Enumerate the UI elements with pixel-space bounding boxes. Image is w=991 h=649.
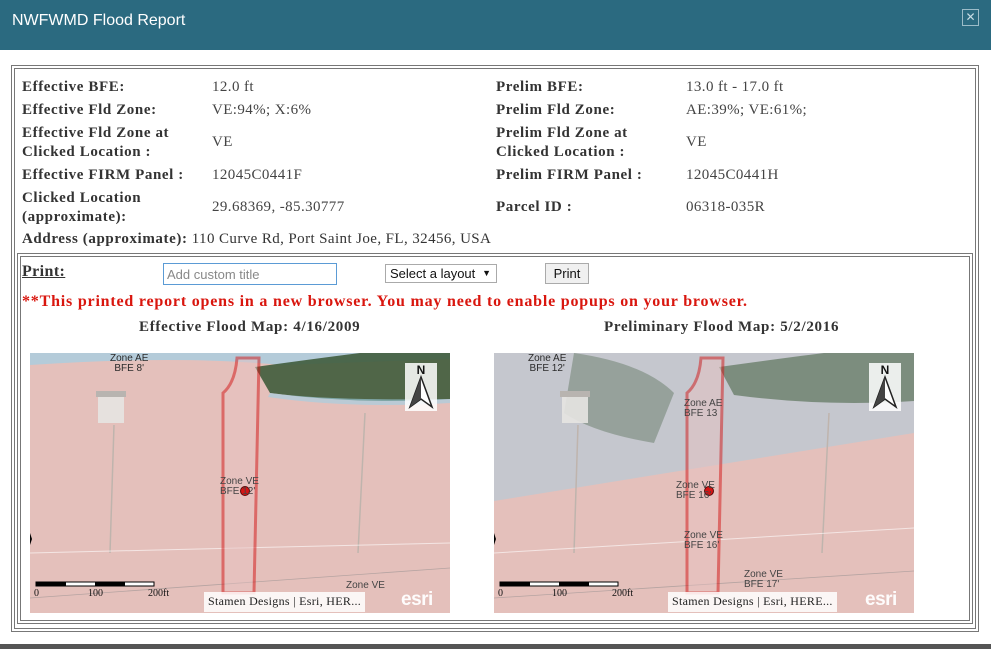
window-titlebar: NWFWMD Flood Report ✕ [0,0,991,50]
prelim-bfe-label: Prelim BFE: [496,79,584,95]
effective-zone-label: Effective Fld Zone: [22,102,157,118]
prelim-zone-click-label-1: Prelim Fld Zone at [496,125,628,141]
preliminary-map-heading: Preliminary Flood Map: 5/2/2016 [604,319,840,335]
window-title: NWFWMD Flood Report [12,12,186,29]
map-attribution[interactable]: Stamen Designs | Esri, HER... [204,592,366,612]
effective-bfe-label: Effective BFE: [22,79,125,95]
esri-logo: esri [865,589,897,610]
close-icon[interactable]: ✕ [962,9,979,26]
scale-label: 0 [34,588,39,599]
zone-label: Zone VE BFE 17' [744,569,783,590]
effective-firm-value: 12045C0441F [212,167,303,183]
clicked-location-value: 29.68369, -85.30777 [212,199,345,215]
compass-icon [408,374,434,410]
clicked-location-label-1: Clicked Location [22,190,142,206]
zone-label: Zone AE BFE 13 [684,398,723,419]
layout-select[interactable]: Select a layout ▼ [385,264,497,283]
zone-label: Zone VE [346,580,385,591]
effective-map-heading: Effective Flood Map: 4/16/2009 [139,319,361,335]
effective-zone-click-label-1: Effective Fld Zone at [22,125,170,141]
zone-label: Zone AE BFE 12' [528,353,567,374]
parcel-id-label: Parcel ID : [496,199,573,215]
scale-label: 0 [498,588,503,599]
effective-bfe-value: 12.0 ft [212,79,254,95]
preliminary-flood-map[interactable]: Zone AE BFE 12' Zone AE BFE 13 Zone VE BFE … [494,353,914,613]
effective-zone-click-value: VE [212,134,233,150]
compass-icon [872,374,898,410]
page-bottom-strip [0,644,991,649]
north-arrow-icon: N [405,363,437,411]
prelim-zone-label: Prelim Fld Zone: [496,102,616,118]
address-label: Address (approximate): [22,231,188,247]
address-row: Address (approximate): 110 Curve Rd, Por… [22,231,491,248]
address-value: 110 Curve Rd, Port Saint Joe, FL, 32456,… [191,231,492,247]
zone-label: Zone VE BFE 12' [220,476,259,497]
print-label: Print: [22,263,66,280]
scale-label: 100 [552,588,567,599]
north-arrow-icon: N [869,363,901,411]
prelim-zone-value: AE:39%; VE:61%; [686,102,808,118]
clicked-location-label-2: (approximate): [22,209,127,225]
prelim-zone-click-value: VE [686,134,707,150]
prelim-firm-label: Prelim FIRM Panel : [496,167,643,183]
effective-zone-click-label-2: Clicked Location : [22,144,152,160]
zone-label: Zone VE BFE 16' [676,480,715,501]
scale-label: 100 [88,588,103,599]
map-attribution[interactable]: Stamen Designs | Esri, HERE... [668,592,837,612]
zone-label: Zone VE BFE 16' [684,530,723,551]
prelim-firm-value: 12045C0441H [686,167,779,183]
scale-label: 200ft [612,588,634,599]
prelim-zone-click-label-2: Clicked Location : [496,144,626,160]
scale-label: 200ft [148,588,170,599]
popup-warning: **This printed report opens in a new bro… [22,293,748,310]
effective-flood-map[interactable]: Zone AE BFE 8' Zone VE BFE 12' Zone VE 0 1… [30,353,450,613]
custom-title-input[interactable] [163,263,337,285]
chevron-down-icon: ▼ [482,268,491,278]
parcel-id-value: 06318-035R [686,199,765,215]
effective-zone-value: VE:94%; X:6% [212,102,312,118]
print-button[interactable]: Print [545,263,589,284]
zone-label: Zone AE BFE 8' [110,353,149,374]
esri-logo: esri [401,589,433,610]
layout-select-value: Select a layout [390,266,476,281]
prelim-bfe-value: 13.0 ft - 17.0 ft [686,79,784,95]
effective-firm-label: Effective FIRM Panel : [22,167,184,183]
